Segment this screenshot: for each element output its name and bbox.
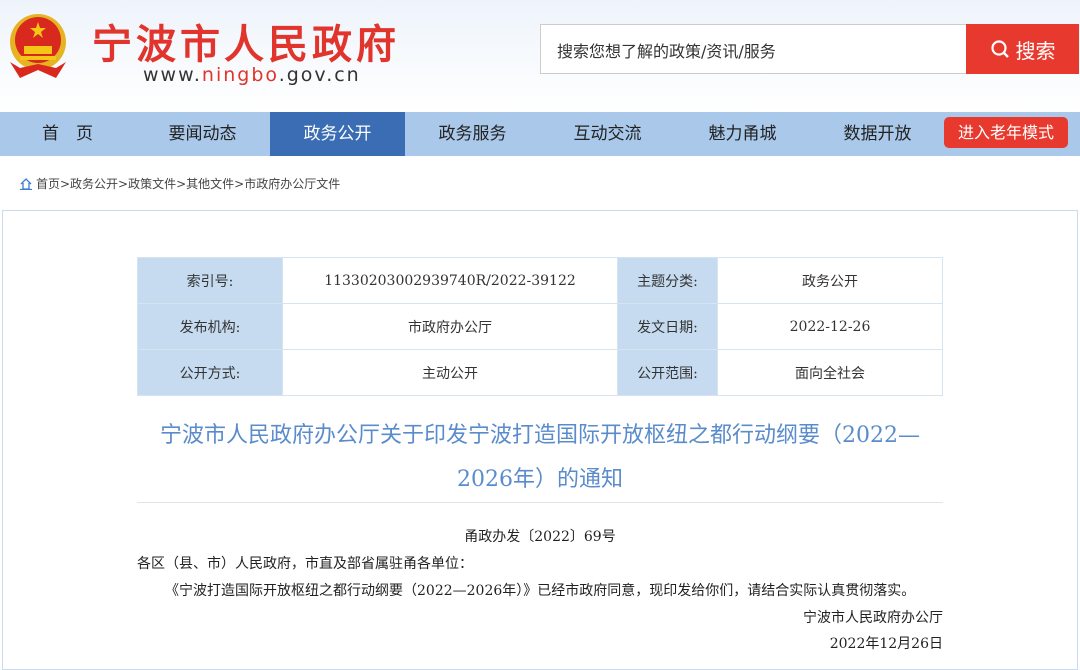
- search-button-label: 搜索: [1015, 38, 1056, 63]
- header: 宁波市人民政府 www.ningbo.gov.cn 搜索您想了解的政策/资讯/服…: [0, 0, 1080, 112]
- table-row: 索引号: 11330203002939740R/2022-39122 主题分类: 政务…: [137, 257, 943, 304]
- nav-news[interactable]: 要闻动态: [135, 112, 270, 156]
- meta-table: 索引号: 11330203002939740R/2022-39122 主题分类: 政务…: [137, 257, 943, 396]
- nav-interaction[interactable]: 互动交流: [540, 112, 675, 156]
- site-title[interactable]: 宁波市人民政府: [92, 12, 400, 70]
- label-method: 公开方式:: [137, 349, 283, 396]
- label-publisher: 发布机构:: [137, 303, 283, 350]
- label-date: 发文日期:: [617, 303, 718, 350]
- signer: 宁波市人民政府办公厅: [803, 610, 943, 626]
- main-nav: 首 页 要闻动态 政务公开 政务服务 互动交流 魅力甬城 数据开放: [0, 112, 1080, 156]
- value-publisher: 市政府办公厅: [282, 303, 618, 350]
- breadcrumb-text[interactable]: 首页>政务公开>政策文件>其他文件>市政府办公厅文件: [36, 175, 340, 192]
- value-index: 11330203002939740R/2022-39122: [282, 257, 618, 304]
- body-text: 《宁波打造国际开放枢纽之都行动纲要（2022—2026年）》已经市政府同意，现印…: [165, 583, 916, 599]
- nav-services[interactable]: 政务服务: [405, 112, 540, 156]
- search-input[interactable]: 搜索您想了解的政策/资讯/服务: [540, 24, 968, 74]
- url-mid: ningbo: [201, 64, 279, 86]
- home-icon[interactable]: [20, 177, 32, 190]
- search-icon: [990, 40, 1009, 58]
- elder-mode-button[interactable]: 进入老年模式: [944, 117, 1068, 148]
- breadcrumb: 首页>政务公开>政策文件>其他文件>市政府办公厅文件: [20, 175, 340, 192]
- value-date: 2022-12-26: [717, 303, 943, 350]
- label-topic: 主题分类:: [617, 257, 718, 304]
- national-emblem-icon: [10, 14, 66, 78]
- nav-open-data[interactable]: 数据开放: [810, 112, 945, 156]
- nav-city[interactable]: 魅力甬城: [675, 112, 810, 156]
- document-number: 甬政办发〔2022〕69号: [464, 529, 616, 545]
- document-title: 宁波市人民政府办公厅关于印发宁波打造国际开放枢纽之都行动纲要（2022—2026…: [137, 414, 943, 503]
- search-button[interactable]: 搜索: [966, 24, 1079, 74]
- url-suffix: .gov.cn: [278, 64, 361, 86]
- table-row: 公开方式: 主动公开 公开范围: 面向全社会: [137, 349, 943, 396]
- label-index: 索引号:: [137, 257, 283, 304]
- sign-date: 2022年12月26日: [829, 636, 943, 652]
- addressee: 各区（县、市）人民政府，市直及部省属驻甬各单位：: [137, 556, 473, 572]
- nav-gov-affairs[interactable]: 政务公开: [270, 112, 405, 156]
- table-row: 发布机构: 市政府办公厅 发文日期: 2022-12-26: [137, 303, 943, 350]
- value-topic: 政务公开: [717, 257, 943, 304]
- nav-home[interactable]: 首 页: [0, 112, 135, 156]
- site-url: www.ningbo.gov.cn: [143, 64, 361, 86]
- value-scope: 面向全社会: [717, 349, 943, 396]
- value-method: 主动公开: [282, 349, 618, 396]
- url-prefix: www.: [143, 64, 202, 86]
- label-scope: 公开范围:: [617, 349, 718, 396]
